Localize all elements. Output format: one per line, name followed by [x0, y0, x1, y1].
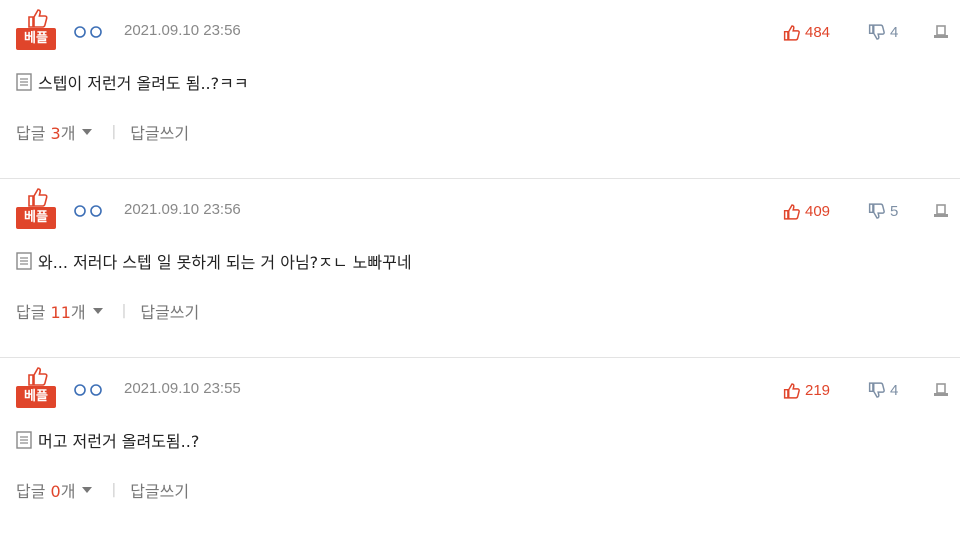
write-reply-button[interactable]: 답글쓰기 — [130, 478, 189, 502]
comment-body: 머고 저런거 올려도됨..? — [16, 428, 199, 452]
comment-text: 머고 저런거 올려도됨..? — [38, 432, 200, 451]
best-label: 베플 — [16, 28, 56, 50]
comment-text: 스텝이 저런거 올려도 됨..?ㅋㅋ — [38, 74, 249, 93]
reply-count: 0 — [50, 482, 61, 501]
reply-count: 11 — [50, 303, 71, 322]
comment-timestamp: 2021.09.10 23:55 — [124, 380, 241, 397]
comment-item: 베플 2021.09.10 23:56 409 5 와... 저러다 스텝 일 … — [0, 179, 960, 358]
best-comment-badge: 베플 — [16, 366, 56, 408]
like-button[interactable]: 409 — [783, 201, 830, 221]
thumbs-up-icon — [28, 188, 48, 207]
document-icon — [16, 252, 32, 270]
best-label: 베플 — [16, 386, 56, 408]
document-icon — [16, 73, 32, 91]
dislike-button[interactable]: 4 — [868, 380, 898, 400]
dislike-count: 4 — [890, 23, 899, 41]
reply-toggle[interactable]: 답글 3개 — [16, 120, 75, 144]
comment-body: 와... 저러다 스텝 일 못하게 되는 거 아님?ㅈㄴ 노빠꾸네 — [16, 249, 412, 273]
thumbs-down-icon — [868, 381, 885, 398]
like-count: 219 — [805, 381, 831, 399]
chevron-down-icon[interactable] — [81, 128, 93, 136]
reply-count: 3 — [50, 124, 61, 143]
best-label: 베플 — [16, 207, 56, 229]
thumbs-up-icon — [783, 203, 800, 220]
comment-footer: 답글 11개 | 답글쓰기 — [16, 299, 199, 323]
write-reply-button[interactable]: 답글쓰기 — [130, 120, 189, 144]
chevron-down-icon[interactable] — [81, 486, 93, 494]
comment-footer: 답글 0개 | 답글쓰기 — [16, 478, 189, 502]
reply-toggle[interactable]: 답글 0개 — [16, 478, 75, 502]
best-comment-badge: 베플 — [16, 8, 56, 50]
comment-timestamp: 2021.09.10 23:56 — [124, 22, 241, 39]
comment-body: 스텝이 저런거 올려도 됨..?ㅋㅋ — [16, 70, 249, 94]
like-count: 484 — [805, 23, 831, 41]
document-icon — [16, 431, 32, 449]
divider: | — [121, 303, 127, 319]
reply-unit: 개 — [60, 482, 76, 501]
like-button[interactable]: 484 — [783, 22, 830, 42]
like-button[interactable]: 219 — [783, 380, 830, 400]
reply-label: 답글 — [16, 303, 46, 322]
report-icon[interactable] — [932, 203, 950, 219]
dislike-count: 5 — [890, 202, 899, 220]
thumbs-up-icon — [28, 9, 48, 28]
reply-label: 답글 — [16, 482, 46, 501]
reply-toggle[interactable]: 답글 11개 — [16, 299, 86, 323]
dislike-button[interactable]: 4 — [868, 22, 898, 42]
anonymous-dots-icon[interactable] — [72, 24, 104, 40]
dislike-button[interactable]: 5 — [868, 201, 898, 221]
divider: | — [111, 124, 117, 140]
thumbs-up-icon — [783, 24, 800, 41]
comment-list: 베플 2021.09.10 23:56 484 4 스텝이 저런거 올려도 됨.… — [0, 0, 960, 536]
report-icon[interactable] — [932, 24, 950, 40]
chevron-down-icon[interactable] — [92, 307, 104, 315]
dislike-count: 4 — [890, 381, 899, 399]
thumbs-down-icon — [868, 202, 885, 219]
comment-text: 와... 저러다 스텝 일 못하게 되는 거 아님?ㅈㄴ 노빠꾸네 — [38, 253, 412, 272]
reply-unit: 개 — [70, 303, 86, 322]
write-reply-button[interactable]: 답글쓰기 — [140, 299, 199, 323]
comment-footer: 답글 3개 | 답글쓰기 — [16, 120, 189, 144]
reply-unit: 개 — [60, 124, 76, 143]
reply-label: 답글 — [16, 124, 46, 143]
comment-item: 베플 2021.09.10 23:55 219 4 머고 저런거 올려도됨..?… — [0, 358, 960, 536]
comment-item: 베플 2021.09.10 23:56 484 4 스텝이 저런거 올려도 됨.… — [0, 0, 960, 179]
best-comment-badge: 베플 — [16, 187, 56, 229]
report-icon[interactable] — [932, 382, 950, 398]
thumbs-up-icon — [28, 367, 48, 386]
comment-timestamp: 2021.09.10 23:56 — [124, 201, 241, 218]
thumbs-up-icon — [783, 382, 800, 399]
thumbs-down-icon — [868, 23, 885, 40]
like-count: 409 — [805, 202, 831, 220]
anonymous-dots-icon[interactable] — [72, 382, 104, 398]
anonymous-dots-icon[interactable] — [72, 203, 104, 219]
divider: | — [111, 482, 117, 498]
